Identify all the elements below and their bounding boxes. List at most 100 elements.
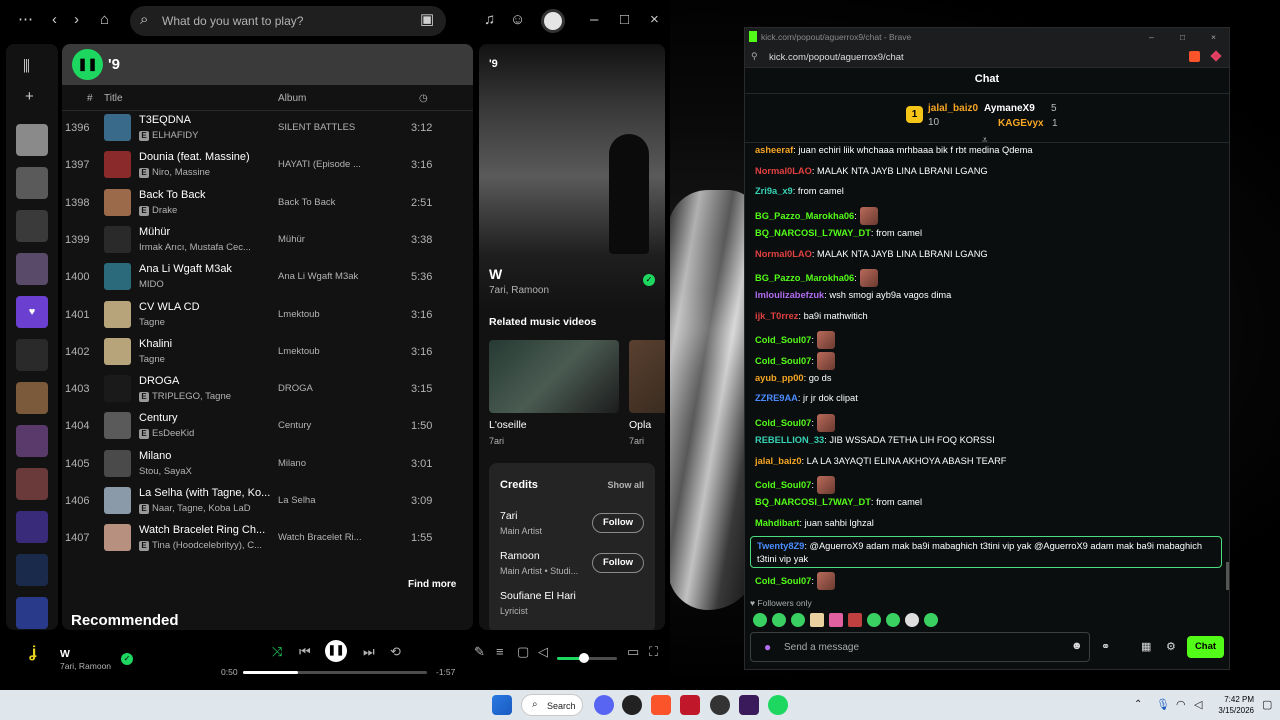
track-title[interactable]: T3EQDNA — [139, 114, 191, 126]
more-icon[interactable]: ⋯ — [18, 12, 33, 28]
site-settings-icon[interactable]: ⚲ — [751, 51, 758, 62]
track-art[interactable] — [104, 337, 131, 365]
back-icon[interactable]: ‹ — [52, 12, 57, 28]
library-item[interactable] — [16, 554, 48, 586]
library-item[interactable] — [16, 210, 48, 242]
home-icon[interactable]: ⌂ — [100, 12, 109, 28]
minimize-icon[interactable]: – — [590, 12, 598, 28]
tray-chevron-icon[interactable]: ⌃ — [1134, 699, 1142, 710]
library-item[interactable] — [16, 339, 48, 371]
github-icon[interactable] — [622, 695, 642, 715]
volume-icon[interactable]: ◁ — [538, 644, 548, 660]
track-album[interactable]: La Selha — [278, 495, 316, 506]
message-username[interactable]: BQ_NARCOSI_L7WAY_DT — [755, 228, 871, 238]
song-title[interactable]: W — [489, 266, 502, 282]
gifter-name[interactable]: jalal_baiz0 — [928, 103, 978, 114]
browse-icon[interactable]: ▣ — [420, 12, 434, 28]
show-all-link[interactable]: Show all — [607, 480, 644, 490]
message-username[interactable]: BG_Pazzo_Marokha06 — [755, 273, 854, 283]
video-title[interactable]: Opla — [629, 419, 651, 431]
track-artist[interactable]: Tagne — [139, 354, 165, 365]
message-username[interactable]: REBELLION_33 — [755, 435, 824, 445]
gifter-name[interactable]: AymaneX9 — [984, 103, 1035, 114]
saved-check-icon[interactable]: ✓ — [643, 274, 655, 286]
track-art[interactable] — [104, 487, 131, 514]
emote-icon[interactable] — [867, 613, 881, 627]
library-item[interactable] — [16, 382, 48, 414]
track-row[interactable]: 1397 Dounia (feat. Massine) E Niro, Massine… — [62, 148, 473, 185]
track-row[interactable]: 1402 Khalini Tagne Lmektoub 3:16 — [62, 335, 473, 372]
emote-icon[interactable] — [848, 613, 862, 627]
message-username[interactable]: Cold_Soul07 — [755, 335, 811, 345]
track-row[interactable]: 1396 T3EQDNA E ELHAFIDY SILENT BATTLES 3:12 — [62, 111, 473, 148]
track-title[interactable]: Milano — [139, 450, 171, 462]
library-item[interactable] — [16, 425, 48, 457]
song-artists[interactable]: 7ari, Ramoon — [489, 285, 549, 296]
lyrics-icon[interactable]: ✎ — [474, 644, 485, 660]
track-album[interactable]: SILENT BATTLES — [278, 122, 355, 133]
library-icon[interactable]: ⫼ — [23, 59, 30, 75]
track-artist[interactable]: Irmak Arıcı, Mustafa Cec... — [139, 242, 251, 253]
library-item[interactable] — [16, 253, 48, 285]
track-row[interactable]: 1404 Century E EsDeeKid Century 1:50 — [62, 409, 473, 446]
close-icon[interactable]: × — [1211, 32, 1216, 42]
track-row[interactable]: 1399 Mühür Irmak Arıcı, Mustafa Cec... Mühü… — [62, 223, 473, 260]
video-artist[interactable]: 7ari — [629, 436, 644, 446]
message-username[interactable]: ayub_pp00 — [755, 373, 804, 383]
video-thumbnail[interactable] — [629, 340, 665, 413]
app-icon[interactable] — [710, 695, 730, 715]
message-username[interactable]: asheeraf — [755, 145, 793, 155]
wifi-icon[interactable]: ◠ — [1176, 698, 1186, 711]
track-album[interactable]: Back To Back — [278, 197, 335, 208]
message-username[interactable]: Cold_Soul07 — [755, 418, 811, 428]
message-username[interactable]: Zri9a_x9 — [755, 186, 793, 196]
emoji-icon[interactable]: ☻ — [1071, 640, 1083, 652]
spotify-icon[interactable] — [768, 695, 788, 715]
chat-scrollbar[interactable] — [1226, 562, 1229, 590]
next-icon[interactable]: ⏭ — [363, 644, 375, 660]
follow-button[interactable]: Follow — [592, 513, 644, 533]
track-title[interactable]: CV WLA CD — [139, 301, 200, 313]
progress-bar[interactable] — [243, 671, 427, 674]
track-album[interactable]: HAYATI (Episode ... — [278, 159, 361, 170]
settings-icon[interactable]: ⚙ — [1166, 640, 1176, 653]
device-icon[interactable]: ▢ — [517, 644, 529, 660]
video-title[interactable]: L'oseille — [489, 419, 527, 431]
add-icon[interactable]: + — [25, 89, 34, 105]
chat-send-button[interactable]: Chat — [1187, 636, 1224, 658]
col-album[interactable]: Album — [278, 93, 306, 104]
track-artist[interactable]: Tagne — [139, 317, 165, 328]
emote-icon[interactable] — [886, 613, 900, 627]
gift-icon[interactable]: ▦ — [1141, 640, 1151, 653]
repeat-icon[interactable]: ⟲ — [390, 644, 401, 660]
liked-songs-icon[interactable]: ♥ — [16, 296, 48, 328]
emote-icon[interactable] — [905, 613, 919, 627]
maximize-icon[interactable]: □ — [620, 12, 629, 28]
fullscreen-icon[interactable]: ⛶ — [649, 644, 658, 660]
message-username[interactable]: ijk_T0rrez — [755, 311, 798, 321]
message-username[interactable]: jalal_baiz0 — [755, 456, 802, 466]
track-title[interactable]: DROGA — [139, 375, 179, 387]
track-album[interactable]: Mühür — [278, 234, 305, 245]
library-item[interactable] — [16, 597, 48, 629]
track-art[interactable] — [104, 300, 131, 328]
track-artist[interactable]: Naar, Tagne, Koba LaD — [152, 503, 251, 514]
clock[interactable]: 7:42 PM 3/15/2026 — [1212, 694, 1254, 716]
brave-rewards-icon[interactable] — [1210, 50, 1222, 62]
track-art[interactable] — [104, 225, 131, 253]
track-title[interactable]: Mühür — [139, 226, 170, 238]
library-item[interactable] — [16, 468, 48, 500]
track-row[interactable]: 1406 La Selha (with Tagne, Ko... E Naar, Ta… — [62, 484, 473, 521]
previous-icon[interactable]: ⏮ — [299, 644, 311, 660]
emote-icon[interactable] — [816, 414, 835, 433]
forward-icon[interactable]: › — [74, 12, 79, 28]
saved-check-icon[interactable]: ✓ — [121, 653, 133, 665]
emote-icon[interactable] — [859, 269, 878, 288]
track-art[interactable] — [104, 412, 131, 440]
track-artist[interactable]: EsDeeKid — [152, 428, 194, 439]
message-input[interactable]: ● Send a message ☻ — [750, 632, 1090, 662]
track-album[interactable]: Lmektoub — [278, 309, 320, 320]
track-art[interactable] — [104, 449, 131, 477]
maximize-icon[interactable]: □ — [1180, 32, 1185, 42]
message-username[interactable]: Cold_Soul07 — [755, 480, 811, 490]
